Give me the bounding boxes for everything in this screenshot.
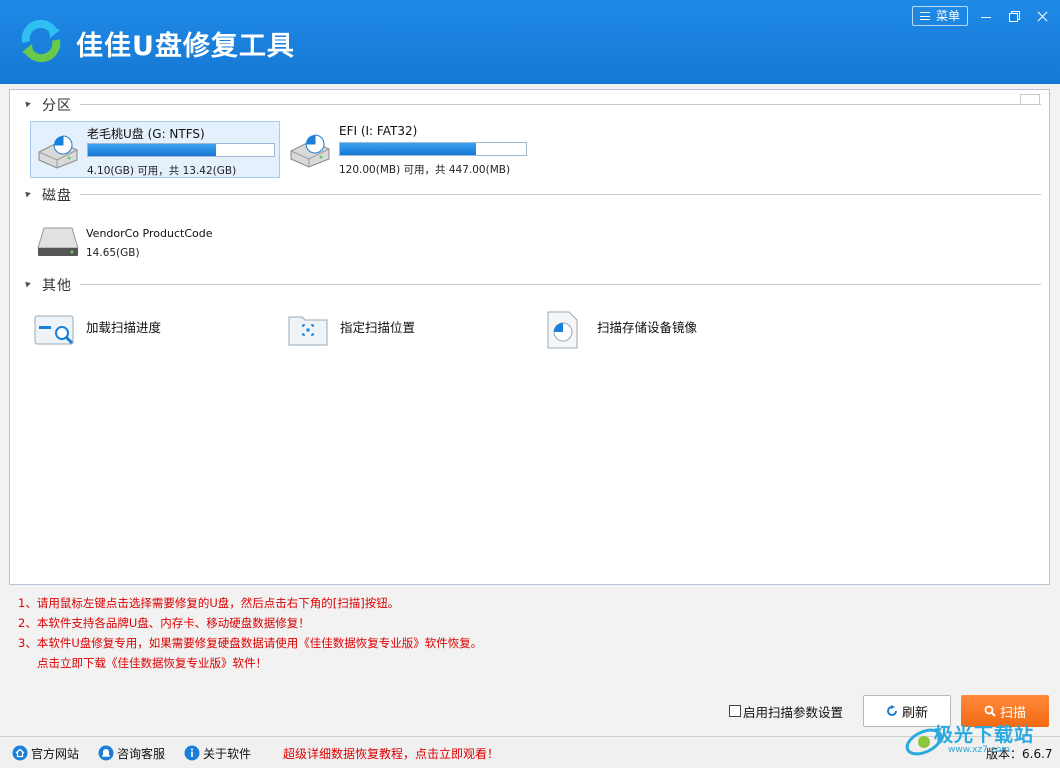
download-pro-link[interactable]: 点击立即下载《佳佳数据恢复专业版》软件！: [18, 653, 482, 673]
collapse-arrow-icon[interactable]: [23, 279, 31, 288]
specify-scan-location[interactable]: 指定扫描位置: [288, 311, 508, 351]
about-label: 关于软件: [203, 746, 252, 761]
bell-icon: [98, 745, 114, 761]
usage-fill: [88, 144, 217, 156]
hard-disk-icon: [37, 227, 79, 256]
section-partition[interactable]: 分区: [10, 94, 1049, 114]
other-label: 指定扫描位置: [340, 320, 416, 335]
other-label: 加载扫描进度: [86, 320, 162, 335]
title-bar: 佳佳U盘修复工具 菜单: [0, 0, 1060, 84]
other-label: 扫描存储设备镜像: [597, 320, 698, 335]
section-label: 分区: [42, 98, 72, 114]
disk-size: 14.65(GB): [86, 247, 140, 259]
scan-options-checkbox[interactable]: 启用扫描参数设置: [729, 702, 843, 720]
refresh-icon: [887, 705, 897, 716]
partition-item-i[interactable]: EFI (I: FAT32) 120.00(MB) 可用，共 447.00(MB…: [283, 121, 533, 178]
note-line: 2、本软件支持各品牌U盘、内存卡、移动硬盘数据修复！: [18, 616, 310, 630]
official-site-label: 官方网站: [31, 746, 80, 761]
divider-tab: [1020, 94, 1040, 104]
restore-button[interactable]: [1006, 8, 1022, 24]
section-label: 其他: [42, 278, 72, 294]
menu-label: 菜单: [935, 9, 960, 23]
watermark-url: www.xz7.com: [948, 745, 1010, 755]
note-line: 3、本软件U盘修复专用，如果需要修复硬盘数据请使用《佳佳数据恢复专业版》软件恢复…: [18, 636, 483, 650]
usb-drive-icon: [38, 135, 78, 169]
home-icon: [12, 745, 28, 761]
app-title: 佳佳U盘修复工具: [76, 31, 295, 62]
about-link[interactable]: 关于软件: [184, 744, 251, 762]
scan-location-icon: [288, 316, 328, 346]
usage-fill: [340, 143, 476, 155]
tutorial-promo-link[interactable]: 超级详细数据恢复教程，点击立即观看！: [283, 745, 499, 762]
partition-name: 老毛桃U盘 (G: NTFS): [87, 127, 205, 141]
consult-label: 咨询客服: [117, 746, 166, 761]
divider: [80, 284, 1041, 285]
device-panel: 分区 老毛桃U盘 (G: NTFS) 4.10(GB) 可用，共 13.42(G…: [9, 89, 1050, 585]
partition-item-g[interactable]: 老毛桃U盘 (G: NTFS) 4.10(GB) 可用，共 13.42(GB): [30, 121, 280, 178]
usage-bar: [87, 143, 275, 157]
load-scan-progress[interactable]: 加载扫描进度: [34, 311, 254, 351]
official-site-link[interactable]: 官方网站: [12, 744, 79, 762]
collapse-arrow-icon[interactable]: [23, 99, 31, 108]
checkbox-box[interactable]: [729, 705, 741, 717]
scan-options-label: 启用扫描参数设置: [743, 704, 844, 720]
divider: [80, 194, 1041, 195]
section-label: 磁盘: [42, 188, 72, 204]
partition-capacity: 120.00(MB) 可用，共 447.00(MB): [339, 164, 511, 176]
watermark-text: 极光下载站: [934, 724, 1035, 746]
usb-drive-icon: [290, 134, 330, 168]
divider: [80, 104, 1041, 105]
consult-link[interactable]: 咨询客服: [98, 744, 165, 762]
minimize-button[interactable]: [978, 8, 994, 24]
close-button[interactable]: [1034, 8, 1050, 24]
device-image-icon: [547, 311, 578, 349]
partition-capacity: 4.10(GB) 可用，共 13.42(GB): [87, 165, 237, 177]
menu-icon: [920, 12, 930, 20]
section-disk[interactable]: 磁盘: [10, 184, 1049, 204]
scan-device-image[interactable]: 扫描存储设备镜像: [545, 311, 765, 351]
instructions: 1、请用鼠标左键点击选择需要修复的U盘，然后点击右下角的[扫描]按钮。 2、本软…: [18, 593, 482, 673]
menu-button[interactable]: 菜单: [912, 6, 968, 26]
scan-progress-icon: [34, 315, 74, 345]
app-logo-icon: [21, 19, 61, 63]
disk-item[interactable]: VendorCo ProductCode 14.65(GB): [30, 218, 280, 275]
collapse-arrow-icon[interactable]: [23, 189, 31, 198]
note-line: 1、请用鼠标左键点击选择需要修复的U盘，然后点击右下角的[扫描]按钮。: [18, 596, 400, 610]
disk-name: VendorCo ProductCode: [86, 227, 213, 240]
section-other[interactable]: 其他: [10, 274, 1049, 294]
usage-bar: [339, 142, 527, 156]
partition-name: EFI (I: FAT32): [339, 124, 418, 138]
info-icon: [184, 745, 200, 761]
